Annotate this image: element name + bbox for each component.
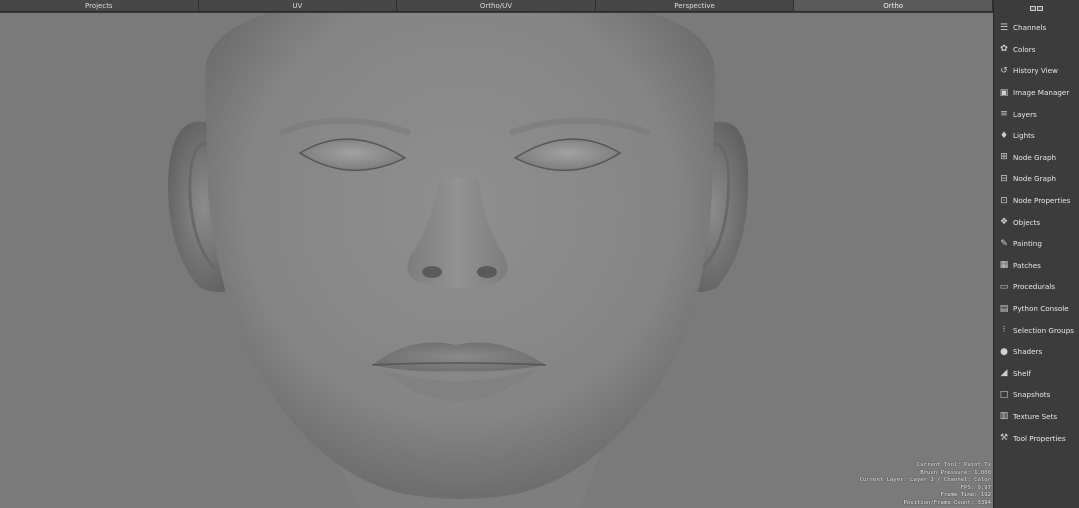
hud-frame-time: Frame Time: 192 [940,492,991,498]
sidebar-item-label: Painting [1013,239,1042,249]
sidebar-item-node[interactable]: ⊞ Node Graph [994,147,1079,169]
colors-icon: ✿ [1000,44,1008,55]
3d-viewport[interactable]: Current Tool: Paint Tx Brush Pressure: 1… [0,13,993,508]
sidebar-item-snapshots[interactable]: □ Snapshots [994,384,1079,406]
split-left-icon[interactable] [1030,6,1036,11]
node-properties-icon: ⊡ [1000,195,1008,206]
python-console-icon: ▤ [999,303,1009,314]
sidebar-item-label: Procedurals [1013,282,1055,292]
shelf-icon: ◢ [1000,368,1008,379]
sidebar-item-texture-sets[interactable]: ▥ Texture Sets [994,406,1079,428]
sidebar-item-label: History View [1013,66,1058,76]
sidebar-item-label: Lights [1013,131,1035,141]
hud-brush-pressure: Brush Pressure: 1.000 [920,469,991,476]
node-icon: ⊞ [1000,152,1008,163]
sidebar-item-label: Objects [1013,217,1041,227]
palettes-sidebar: ☰ Channels ✿ Colors ↺ History View ▣ Ima… [993,0,1079,508]
sidebar-item-colors[interactable]: ✿ Colors [994,39,1079,61]
sidebar-item-history-view[interactable]: ↺ History View [994,60,1079,82]
layers-icon: ≡ [1000,109,1008,120]
sidebar-header [994,0,1079,17]
patches-icon: ▦ [999,260,1009,271]
sidebar-item-label: Node Graph [1013,174,1057,184]
hud-fps: FPS: 9.97 [960,484,991,491]
sidebar-item-image-manager[interactable]: ▣ Image Manager [994,82,1079,104]
sidebar-item-label: Selection Groups [1013,325,1075,335]
sidebar-item-label: Shelf [1013,368,1032,378]
sidebar-item-label: Snapshots [1013,390,1051,400]
sidebar-item-label: Python Console [1013,304,1069,314]
hud-frame-count: Position/Frame Count: 3394 [903,499,991,506]
sidebar-item-layers[interactable]: ≡ Layers [994,103,1079,125]
tab-perspective[interactable]: Perspective [595,0,795,12]
tab-uv[interactable]: UV [198,0,398,12]
sidebar-item-shaders[interactable]: ● Shaders [994,341,1079,363]
tab-projects[interactable]: Projects [0,0,199,12]
painting-icon: ✎ [1000,238,1008,249]
tab-ortho-uv[interactable]: Ortho/UV [397,0,596,12]
sidebar-item-label: Tool Properties [1013,433,1066,443]
sidebar-item-node-graph[interactable]: ⊟ Node Graph [994,168,1079,190]
viewport-hud-stats: Current Tool: Paint Tx Brush Pressure: 1… [860,462,991,507]
viewport-tab-bar: Projects UV Ortho/UV Perspective Ortho [0,0,993,13]
split-right-icon[interactable] [1037,6,1043,11]
procedurals-icon: ▭ [999,281,1009,292]
sidebar-item-label: Channels [1013,23,1047,33]
sidebar-item-painting[interactable]: ✎ Painting [994,233,1079,255]
shaders-icon: ● [1000,346,1008,357]
sidebar-item-label: Image Manager [1013,88,1070,98]
sidebar-item-objects[interactable]: ❖ Objects [994,211,1079,233]
tab-ortho[interactable]: Ortho [794,0,993,12]
channels-icon: ☰ [999,22,1009,33]
history-icon: ↺ [1000,65,1008,76]
sidebar-item-lights[interactable]: ♦ Lights [994,125,1079,147]
image-manager-icon: ▣ [999,87,1009,98]
sidebar-item-python-console[interactable]: ▤ Python Console [994,298,1079,320]
hud-current-layer: Current Layer: Layer 1 / Channel: Color [859,477,991,483]
snapshots-icon: □ [999,389,1009,400]
sidebar-item-selection-groups[interactable]: ⁝ Selection Groups [994,319,1079,341]
sidebar-item-label: Colors [1013,44,1036,54]
sidebar-item-node-properties[interactable]: ⊡ Node Properties [994,190,1079,212]
sidebar-item-label: Texture Sets [1013,411,1058,421]
head-model [0,13,993,508]
sidebar-item-shelf[interactable]: ◢ Shelf [994,363,1079,385]
texture-sets-icon: ▥ [999,411,1009,422]
sidebar-item-label: Patches [1013,260,1041,270]
sidebar-item-label: Shaders [1013,347,1043,357]
selection-groups-icon: ⁝ [1002,325,1006,336]
sidebar-item-procedurals[interactable]: ▭ Procedurals [994,276,1079,298]
sidebar-item-channels[interactable]: ☰ Channels [994,17,1079,39]
sidebar-item-label: Node Graph [1013,152,1057,162]
sidebar-item-label: Layers [1013,109,1037,119]
sidebar-item-label: Node Properties [1013,196,1071,206]
node-graph-icon: ⊟ [1000,173,1008,184]
tool-properties-icon: ⚒ [999,433,1009,444]
sidebar-item-tool-properties[interactable]: ⚒ Tool Properties [994,427,1079,449]
lightbulb-icon: ♦ [999,130,1009,141]
objects-icon: ❖ [999,217,1009,228]
hud-current-tool: Current Tool: Paint Tx [916,462,991,468]
sidebar-item-patches[interactable]: ▦ Patches [994,255,1079,277]
